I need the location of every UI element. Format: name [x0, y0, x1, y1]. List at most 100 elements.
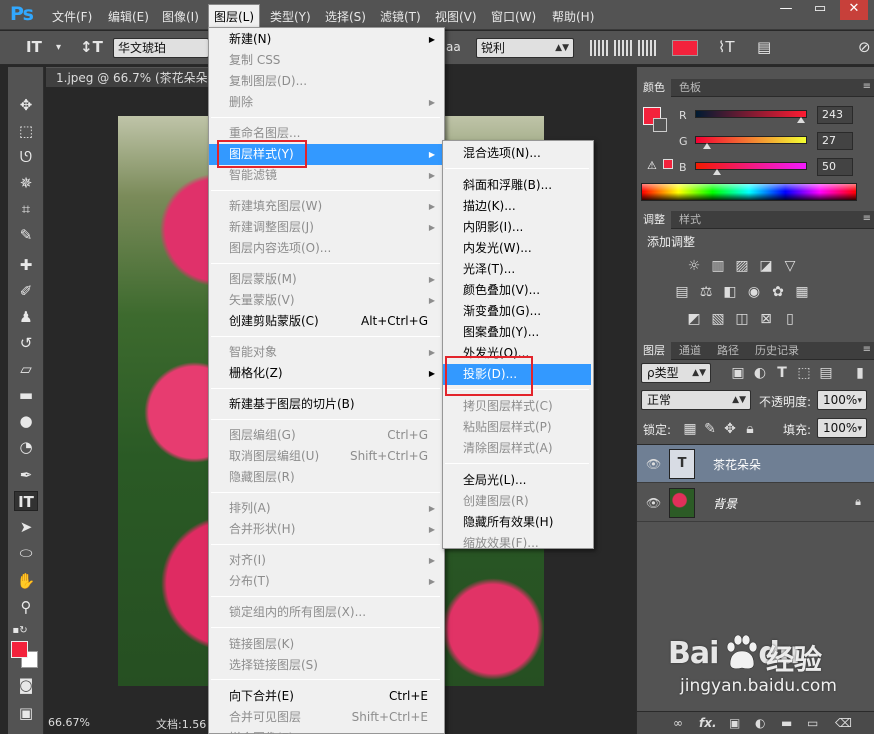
- orientation-toggle-icon[interactable]: ↕T: [80, 38, 103, 56]
- character-panel-icon[interactable]: ▤: [757, 38, 771, 56]
- gradient-map-icon[interactable]: ▯: [781, 311, 799, 327]
- menu-filter[interactable]: 滤镜(T): [380, 8, 421, 25]
- type-tool-icon[interactable]: IT: [14, 491, 38, 511]
- menu-help[interactable]: 帮助(H): [552, 8, 594, 25]
- menu-item[interactable]: 拼合图像(F): [209, 728, 442, 734]
- fx-icon[interactable]: fx.: [699, 716, 717, 730]
- tab-color[interactable]: 颜色: [637, 79, 671, 97]
- menu-window[interactable]: 窗口(W): [491, 8, 536, 25]
- menu-item[interactable]: 图层蒙版(M) ▶: [209, 269, 442, 290]
- fill-field[interactable]: 100% ▾: [817, 418, 867, 438]
- zoom-level[interactable]: 66.67%: [48, 716, 90, 729]
- lock-pixels-icon[interactable]: ✎: [701, 421, 719, 437]
- chevron-down-icon[interactable]: ▾: [56, 42, 61, 53]
- invert-icon[interactable]: ◩: [685, 311, 703, 327]
- menu-item[interactable]: 创建剪贴蒙版(C) Alt+Ctrl+G: [209, 311, 442, 332]
- font-family-select[interactable]: 华文琥珀: [113, 38, 209, 58]
- menu-image[interactable]: 图像(I): [162, 8, 199, 25]
- b-value-field[interactable]: 50: [817, 158, 853, 176]
- filter-adjustment-icon[interactable]: ◐: [751, 365, 769, 381]
- marquee-tool-icon[interactable]: ⬚: [14, 121, 38, 141]
- lock-all-icon[interactable]: 🔒︎: [741, 421, 759, 437]
- photo-filter-icon[interactable]: ◉: [745, 284, 763, 300]
- gamut-warning-icon[interactable]: ⚠: [647, 159, 657, 172]
- b-slider-knob[interactable]: [713, 169, 721, 175]
- ellipse-tool-icon[interactable]: ⬭: [14, 543, 38, 563]
- panel-menu-icon[interactable]: ≡: [863, 81, 871, 92]
- lock-transparency-icon[interactable]: ▦: [681, 421, 699, 437]
- filter-toggle-icon[interactable]: ▮: [851, 365, 869, 381]
- menu-item[interactable]: 渐变叠加(G)...: [443, 301, 591, 322]
- panel-menu-icon[interactable]: ≡: [863, 213, 871, 224]
- menu-item[interactable]: 删除 ▶: [209, 92, 442, 113]
- tab-swatches[interactable]: 色板: [673, 79, 707, 97]
- menu-view[interactable]: 视图(V): [435, 8, 477, 25]
- panel-menu-icon[interactable]: ≡: [863, 344, 871, 355]
- menu-item[interactable]: 拷贝图层样式(C): [443, 396, 591, 417]
- blend-mode-select[interactable]: 正常 ▲▼: [641, 390, 751, 410]
- lock-position-icon[interactable]: ✥: [721, 421, 739, 437]
- close-button[interactable]: ✕: [840, 0, 868, 20]
- menu-item[interactable]: 颜色叠加(V)...: [443, 280, 591, 301]
- path-selection-icon[interactable]: ➤: [14, 517, 38, 537]
- levels-icon[interactable]: ▥: [709, 258, 727, 274]
- move-tool-icon[interactable]: ✥: [14, 95, 38, 115]
- filter-shape-icon[interactable]: ⬚: [795, 365, 813, 381]
- zoom-tool-icon[interactable]: ⚲: [14, 597, 38, 617]
- menu-item[interactable]: 隐藏所有效果(H): [443, 512, 591, 533]
- gamut-swatch[interactable]: [663, 159, 673, 169]
- tab-paths[interactable]: 路径: [711, 342, 745, 360]
- menu-item[interactable]: 新建基于图层的切片(B): [209, 394, 442, 415]
- new-adjustment-icon[interactable]: ◐: [755, 716, 765, 730]
- menu-item[interactable]: 粘贴图层样式(P): [443, 417, 591, 438]
- maximize-button[interactable]: ▭: [806, 0, 834, 20]
- swap-colors-icon[interactable]: ▪↻: [8, 621, 32, 641]
- color-spectrum[interactable]: [641, 183, 857, 201]
- screen-mode-icon[interactable]: ▣: [14, 703, 38, 723]
- gradient-tool-icon[interactable]: ▬: [14, 385, 38, 405]
- menu-item[interactable]: 斜面和浮雕(B)...: [443, 175, 591, 196]
- layer-name[interactable]: 茶花朵朵: [713, 456, 761, 473]
- r-value-field[interactable]: 243: [817, 106, 853, 124]
- vibrance-icon[interactable]: ▽: [781, 258, 799, 274]
- history-brush-icon[interactable]: ↺: [14, 333, 38, 353]
- menu-item[interactable]: 混合选项(N)...: [443, 143, 591, 164]
- tab-history[interactable]: 历史记录: [749, 342, 805, 360]
- menu-layer[interactable]: 图层(L): [208, 4, 261, 28]
- hand-tool-icon[interactable]: ✋: [14, 571, 38, 591]
- align-center-icon[interactable]: [614, 40, 632, 56]
- menu-file[interactable]: 文件(F): [52, 8, 92, 25]
- link-layers-icon[interactable]: ∞: [673, 716, 683, 730]
- menu-item[interactable]: 图层内容选项(O)...: [209, 238, 442, 259]
- menu-item[interactable]: 复制图层(D)...: [209, 71, 442, 92]
- menu-item[interactable]: 新建(N) ▶: [209, 29, 442, 50]
- color-lookup-icon[interactable]: ▦: [793, 284, 811, 300]
- text-color-swatch[interactable]: [672, 40, 698, 56]
- menu-item[interactable]: 图层编组(G) Ctrl+G: [209, 425, 442, 446]
- black-white-icon[interactable]: ◧: [721, 284, 739, 300]
- tab-styles[interactable]: 样式: [673, 211, 707, 229]
- menu-item[interactable]: 向下合并(E) Ctrl+E: [209, 686, 442, 707]
- quick-mask-icon[interactable]: ◙: [14, 675, 38, 695]
- menu-item[interactable]: 新建填充图层(W) ▶: [209, 196, 442, 217]
- menu-item[interactable]: 选择链接图层(S): [209, 655, 442, 676]
- menu-item[interactable]: 新建调整图层(J) ▶: [209, 217, 442, 238]
- g-value-field[interactable]: 27: [817, 132, 853, 150]
- exposure-icon[interactable]: ◪: [757, 258, 775, 274]
- menu-item[interactable]: 创建图层(R): [443, 491, 591, 512]
- foreground-color-swatch[interactable]: [11, 641, 28, 658]
- color-balance-icon[interactable]: ⚖: [697, 284, 715, 300]
- color-panel-background[interactable]: [653, 118, 667, 132]
- menu-item[interactable]: 矢量蒙版(V) ▶: [209, 290, 442, 311]
- menu-item[interactable]: 内阴影(I)...: [443, 217, 591, 238]
- menu-item[interactable]: 描边(K)...: [443, 196, 591, 217]
- trash-icon[interactable]: ⌫: [835, 716, 852, 730]
- new-layer-icon[interactable]: ▭: [807, 716, 818, 730]
- g-slider-track[interactable]: [695, 136, 807, 144]
- opacity-field[interactable]: 100% ▾: [817, 390, 867, 410]
- menu-select[interactable]: 选择(S): [325, 8, 366, 25]
- eraser-tool-icon[interactable]: ▱: [14, 359, 38, 379]
- eye-icon[interactable]: 👁︎: [646, 457, 661, 471]
- layer-row-text[interactable]: 👁︎ T 茶花朵朵: [637, 445, 874, 483]
- tab-channels[interactable]: 通道: [673, 342, 707, 360]
